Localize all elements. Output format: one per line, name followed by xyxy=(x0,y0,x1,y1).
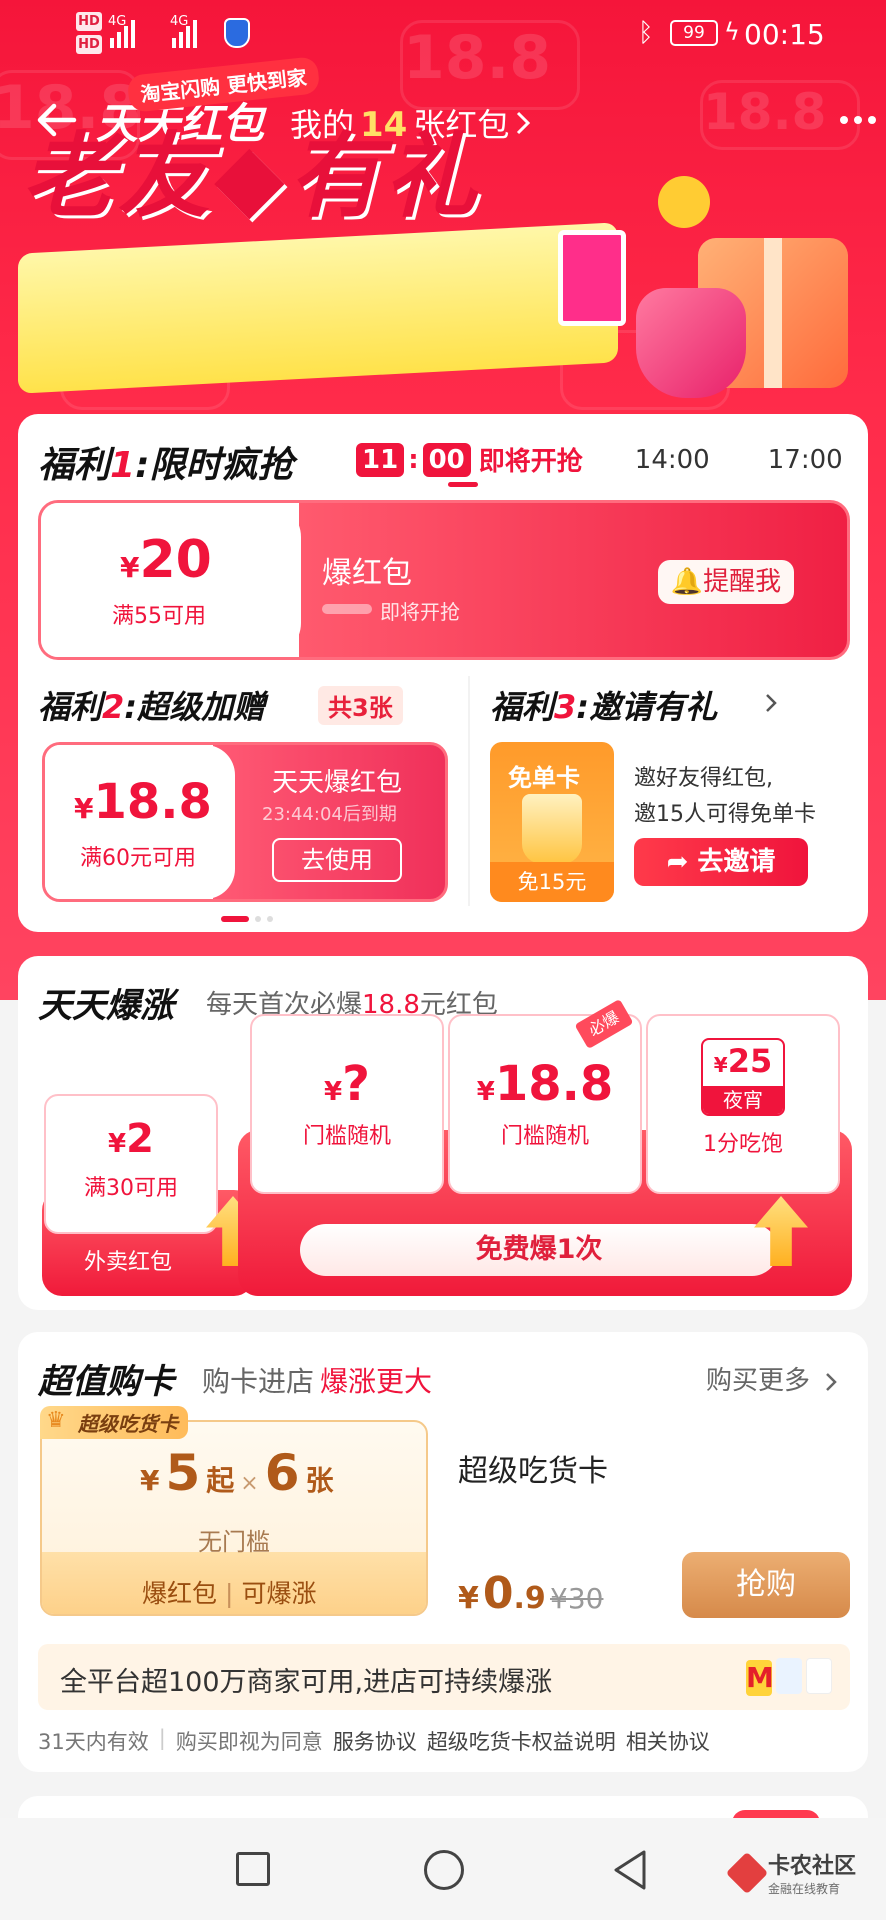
recent-apps-button[interactable] xyxy=(236,1852,270,1886)
foodie-card-price: ¥ 0 .9 xyxy=(458,1568,546,1619)
original-price: ¥30 xyxy=(550,1582,604,1615)
night-snack-coupon[interactable]: ¥25 夜宵 1分吃饱 xyxy=(646,1014,840,1194)
watermark: 卡农社区 金融在线教育 xyxy=(725,1848,857,1897)
bonus-coupon-amount: ¥18.8 xyxy=(74,774,212,830)
night-snack-condition: 1分吃饱 xyxy=(703,1132,783,1157)
watermark-sub: 金融在线教育 xyxy=(768,1882,841,1896)
banner-headline: 老友◆有礼 xyxy=(22,123,481,230)
banner-plate xyxy=(18,222,618,394)
use-button[interactable]: 去使用 xyxy=(272,838,402,882)
chevron-right-icon xyxy=(766,694,777,712)
bonus-coupon-expiry: 23:44:04后到期 xyxy=(262,804,397,825)
share-arrow-icon: ➦ xyxy=(666,847,698,877)
flash-coupon-amount: ¥20 xyxy=(120,530,212,590)
invite-desc-1: 邀好友得红包, xyxy=(634,766,773,791)
brand-logo-icon xyxy=(776,1658,802,1694)
signal-icon xyxy=(172,18,197,48)
bluetooth-icon: ᛒ xyxy=(638,18,654,48)
takeout-coupon[interactable]: ¥2 满30可用 xyxy=(44,1094,218,1234)
welfare1-title: 福利1:限时疯抢 xyxy=(38,445,294,486)
home-button[interactable] xyxy=(424,1850,464,1890)
divider xyxy=(468,676,470,906)
free-card-title: 免单卡 xyxy=(508,764,580,792)
flash-coupon-name: 爆红包 xyxy=(322,556,412,591)
red-envelope-icon xyxy=(636,288,746,398)
card-features: 爆红包 | 可爆涨 xyxy=(142,1579,317,1608)
free-boost-button[interactable]: 免费爆1次 xyxy=(300,1224,778,1276)
bell-icon: 🔔 xyxy=(670,567,704,597)
watermark-logo-icon xyxy=(725,1851,769,1894)
hd-indicator: HD HD xyxy=(76,12,102,58)
signal-icon xyxy=(110,18,135,48)
status-bar: HD HD 4G 4G ᛒ 99 ϟ 00:15 xyxy=(0,0,886,70)
random-amount-1: ¥? xyxy=(324,1056,370,1112)
random-coupon-2[interactable]: ¥18.8 门槛随机 xyxy=(448,1014,642,1194)
buy-more-link[interactable]: 购买更多 xyxy=(706,1360,838,1397)
tab-1100[interactable]: 11:00 即将开抢 xyxy=(356,441,583,478)
takeout-label: 外卖红包 xyxy=(84,1250,173,1275)
watermark-main: 卡农社区 xyxy=(768,1854,857,1879)
carousel-dots xyxy=(221,916,273,922)
tab-1700[interactable]: 17:00 xyxy=(768,445,843,475)
battery-level: 99 xyxy=(683,23,705,43)
mcdonalds-logo-icon: M xyxy=(746,1660,774,1696)
flash-coupon-status: 即将开抢 xyxy=(380,600,460,624)
gift-box-icon xyxy=(558,230,626,326)
random-coupon-1[interactable]: ¥? 门槛随机 xyxy=(250,1014,444,1194)
random-condition-1: 门槛随机 xyxy=(302,1124,391,1149)
drink-cup-icon xyxy=(522,794,582,864)
welfare2-title: 福利2:超级加赠 xyxy=(38,688,266,726)
random-amount-2: ¥18.8 xyxy=(476,1056,614,1112)
takeout-condition: 满30可用 xyxy=(84,1176,178,1201)
clock: 00:15 xyxy=(744,18,825,51)
foodie-card-name: 超级吃货卡 xyxy=(458,1454,608,1489)
value-card-subtitle: 购卡进店 爆涨更大 xyxy=(202,1365,433,1398)
no-threshold-label: 无门槛 xyxy=(198,1528,270,1556)
foodie-card-value: ¥ 5 起 × 6 张 xyxy=(140,1444,334,1502)
chevron-right-icon xyxy=(826,1372,838,1391)
value-card-title: 超值购卡 xyxy=(38,1362,174,1402)
brand-logo-icon xyxy=(806,1658,832,1694)
bonus-coupon-name: 天天爆红包 xyxy=(272,768,403,798)
buy-now-button[interactable]: 抢购 xyxy=(682,1552,850,1618)
agree-text: 购买即视为同意 xyxy=(175,1730,323,1754)
service-agreement-link[interactable]: 服务协议 xyxy=(333,1726,417,1756)
daily-title: 天天爆涨 xyxy=(38,986,174,1026)
count-tag: 共3张 xyxy=(318,686,403,725)
welfare3-title[interactable]: 福利3:邀请有礼 xyxy=(490,682,717,728)
remind-me-button[interactable]: 🔔提醒我 xyxy=(658,560,794,604)
active-tab-indicator xyxy=(448,482,478,487)
progress-bar xyxy=(322,604,372,614)
sun-mascot-icon xyxy=(658,176,710,228)
chevron-right-icon xyxy=(517,111,531,135)
merchant-info-text: 全平台超100万商家可用,进店可持续爆涨 xyxy=(60,1667,553,1698)
back-nav-button[interactable] xyxy=(610,1848,650,1892)
validity-text: 31天内有效 xyxy=(38,1730,149,1754)
invite-button[interactable]: ➦ 去邀请 xyxy=(634,838,808,886)
invite-desc-2: 邀15人可得免单卡 xyxy=(634,802,816,827)
benefits-link[interactable]: 超级吃货卡权益说明 xyxy=(427,1726,616,1756)
takeout-amount: ¥2 xyxy=(108,1116,154,1162)
tab-1400[interactable]: 14:00 xyxy=(635,445,710,475)
bonus-coupon-condition: 满60元可用 xyxy=(80,846,196,871)
random-condition-2: 门槛随机 xyxy=(500,1124,589,1149)
shield-icon xyxy=(224,18,250,48)
free-order-card: 免单卡 免15元 xyxy=(490,742,614,902)
time-tabs: 11:00 即将开抢 14:00 17:00 xyxy=(356,441,843,478)
free-card-bottom: 免15元 xyxy=(490,862,614,902)
flash-coupon-condition: 满55可用 xyxy=(112,604,206,629)
related-agreement-link[interactable]: 相关协议 xyxy=(626,1726,710,1756)
merchant-info-bar: 全平台超100万商家可用,进店可持续爆涨 M xyxy=(38,1644,850,1710)
terms-row: 31天内有效 | 购买即视为同意 服务协议 超级吃货卡权益说明 相关协议 xyxy=(38,1726,710,1756)
more-menu-button[interactable] xyxy=(840,116,876,124)
crown-icon: ♛ xyxy=(46,1408,66,1433)
charging-icon: ϟ xyxy=(724,18,740,46)
battery-icon: 99 xyxy=(670,20,718,46)
night-snack-tag: ¥25 夜宵 xyxy=(701,1038,785,1116)
